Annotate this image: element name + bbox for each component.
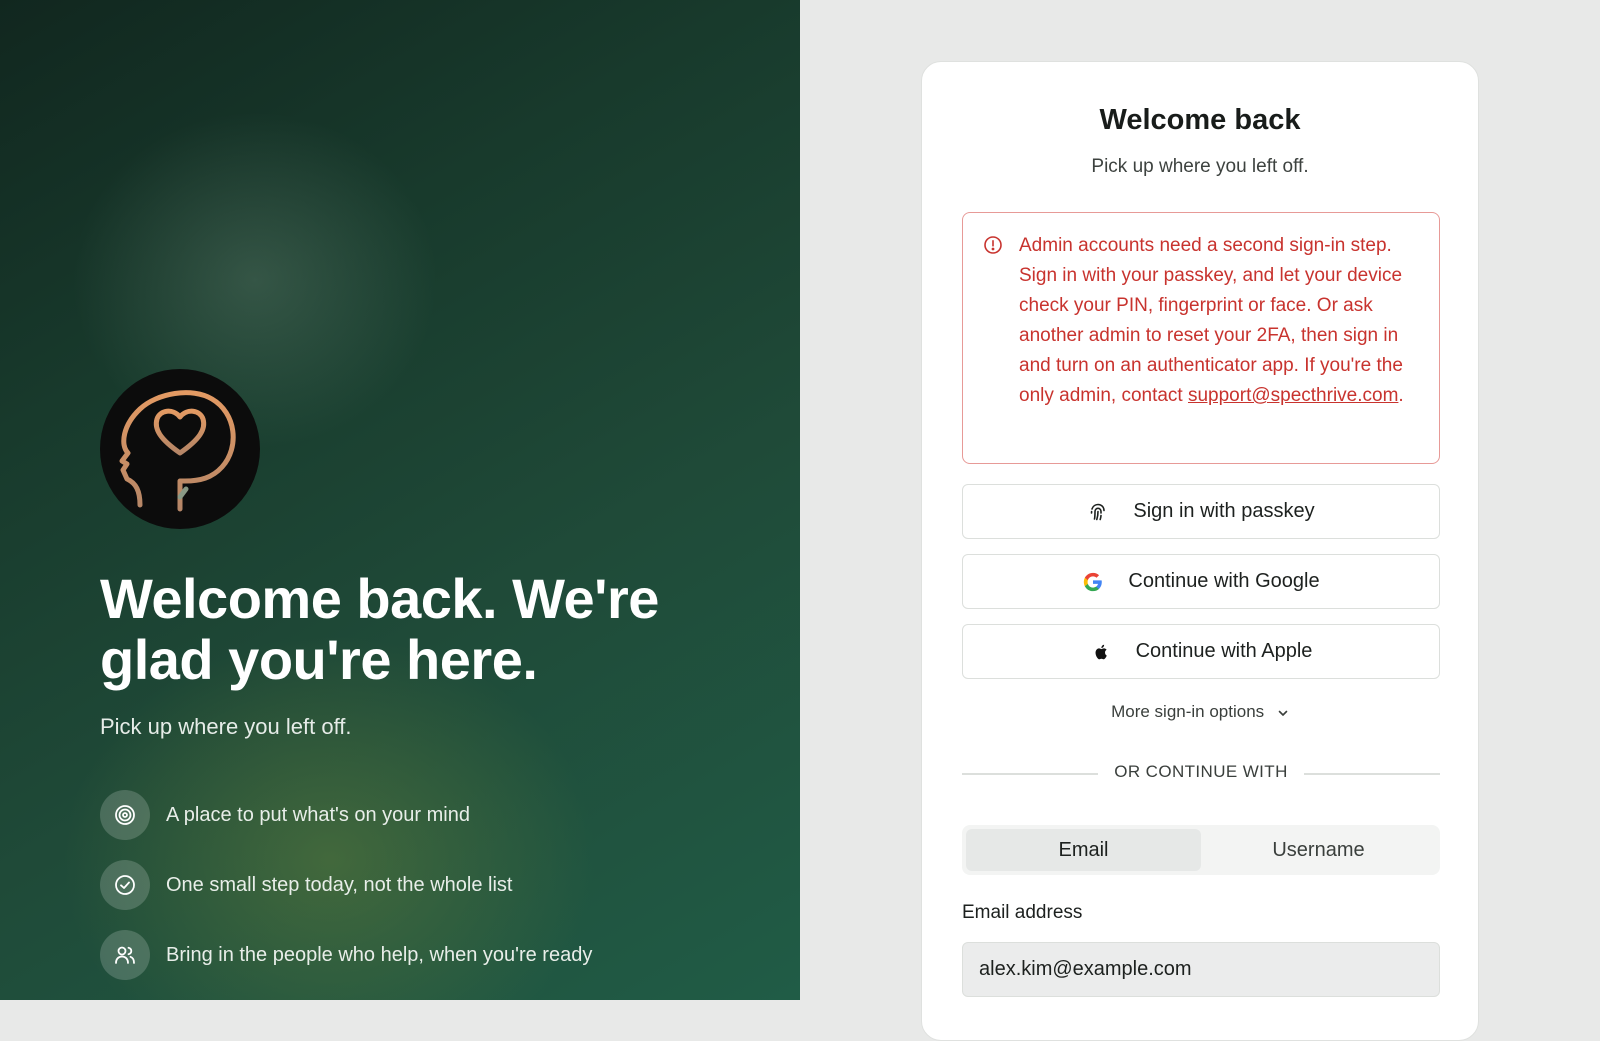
- chevron-down-icon: [1278, 710, 1288, 716]
- more-signin-options[interactable]: More sign-in options: [922, 702, 1478, 722]
- feature-item: A place to put what's on your mind: [100, 790, 592, 840]
- email-field[interactable]: [962, 942, 1440, 997]
- login-method-tabs: Email Username: [962, 825, 1440, 875]
- logo: [100, 369, 260, 529]
- fingerprint-icon: [1091, 503, 1106, 520]
- check-circle-icon: [115, 875, 135, 895]
- error-alert: Admin accounts need a second sign-in ste…: [962, 212, 1440, 464]
- feature-text: One small step today, not the whole list: [166, 873, 513, 896]
- google-label: Continue with Google: [1128, 570, 1320, 592]
- google-button[interactable]: Continue with Google: [962, 554, 1440, 609]
- head-heart-icon: [119, 390, 236, 512]
- passkey-label: Sign in with passkey: [1133, 500, 1315, 522]
- hero-subtitle: Pick up where you left off.: [100, 714, 352, 739]
- hero-title: Welcome back. We're glad you're here.: [100, 567, 659, 691]
- target-icon: [115, 805, 135, 825]
- alert-suffix: .: [1398, 385, 1404, 406]
- feature-list: A place to put what's on your mind One s…: [100, 790, 592, 1000]
- feature-text: Bring in the people who help, when you'r…: [166, 943, 593, 966]
- users-icon: [115, 946, 135, 964]
- passkey-button[interactable]: Sign in with passkey: [962, 484, 1440, 539]
- alert-text: Admin accounts need a second sign-in ste…: [1019, 235, 1403, 406]
- brand-panel: Welcome back. We're glad you're here. Pi…: [0, 0, 800, 1000]
- feature-item: One small step today, not the whole list: [100, 860, 592, 910]
- divider-line: [1304, 773, 1440, 775]
- email-label: Email address: [962, 902, 1083, 923]
- apple-label: Continue with Apple: [1135, 640, 1313, 662]
- more-options-label: More sign-in options: [1111, 702, 1265, 721]
- signin-card: Welcome back Pick up where you left off.…: [921, 61, 1479, 1041]
- tab-username[interactable]: Username: [1201, 829, 1436, 871]
- alert-message: Admin accounts need a second sign-in ste…: [1019, 231, 1421, 411]
- support-email-link[interactable]: support@specthrive.com: [1188, 385, 1398, 406]
- feature-item: Bring in the people who help, when you'r…: [100, 930, 592, 980]
- tab-email[interactable]: Email: [966, 829, 1201, 871]
- alert-circle-icon: [984, 236, 1002, 254]
- divider-text: OR CONTINUE WITH: [1114, 762, 1288, 781]
- google-icon: [1084, 572, 1103, 591]
- apple-icon: [1095, 644, 1107, 659]
- card-subtitle: Pick up where you left off.: [1091, 156, 1309, 177]
- card-title: Welcome back: [1099, 104, 1301, 136]
- feature-text: A place to put what's on your mind: [166, 803, 470, 826]
- apple-button[interactable]: Continue with Apple: [962, 624, 1440, 679]
- or-divider: OR CONTINUE WITH: [962, 762, 1440, 786]
